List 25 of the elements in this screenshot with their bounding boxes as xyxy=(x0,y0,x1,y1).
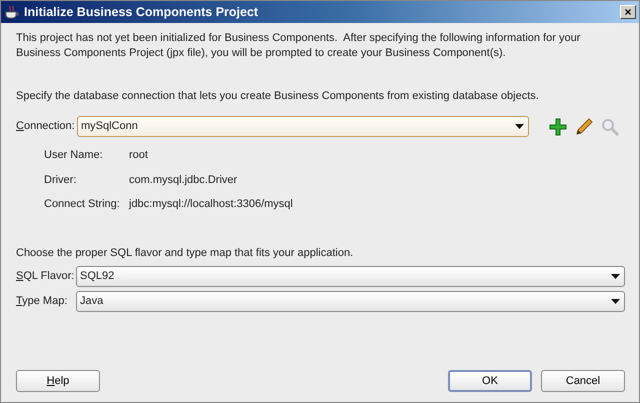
connection-dropdown[interactable]: mySqlConn xyxy=(77,116,529,137)
cup-icon xyxy=(4,4,20,20)
detail-value: root xyxy=(129,148,149,163)
dialog-button[interactable]: Help xyxy=(16,370,100,392)
intro-text: This project has not yet been initialized for Business Components. After specifying the following information for your Business Components Project (jpx file), you will be prompted to create your Business Component(s). xyxy=(16,31,582,61)
detail-label: User Name: xyxy=(44,148,104,163)
close-button[interactable]: × xyxy=(620,5,636,19)
pencil-icon[interactable] xyxy=(575,118,593,136)
dropdown-arrow-icon xyxy=(611,298,620,304)
dropdown[interactable]: Java xyxy=(76,290,625,312)
dropdown-arrow-icon xyxy=(515,124,524,129)
plus-icon[interactable] xyxy=(549,118,567,136)
detail-label: Connect String: xyxy=(44,197,121,212)
field-label: Type Map: xyxy=(16,294,68,309)
detail-label: Driver: xyxy=(44,172,78,188)
dialog-button[interactable]: Cancel xyxy=(541,370,625,392)
dialog-button[interactable]: OK xyxy=(448,370,532,392)
detail-value: com.mysql.jdbc.Driver xyxy=(129,172,238,188)
dropdown-arrow-icon xyxy=(611,274,620,278)
window-title: Initialize Business Components Project xyxy=(24,4,260,21)
sql-instructions: Choose the proper SQL flavor and type map that fits your application. xyxy=(16,246,354,260)
field-label: SQL Flavor: xyxy=(16,268,72,284)
dropdown[interactable]: SQL92 xyxy=(76,266,625,286)
detail-value: jdbc:mysql://localhost:3306/mysql xyxy=(129,197,294,212)
connection-instructions: Specify the database connection that lets you create Business Components from existing database objects. xyxy=(16,89,540,104)
